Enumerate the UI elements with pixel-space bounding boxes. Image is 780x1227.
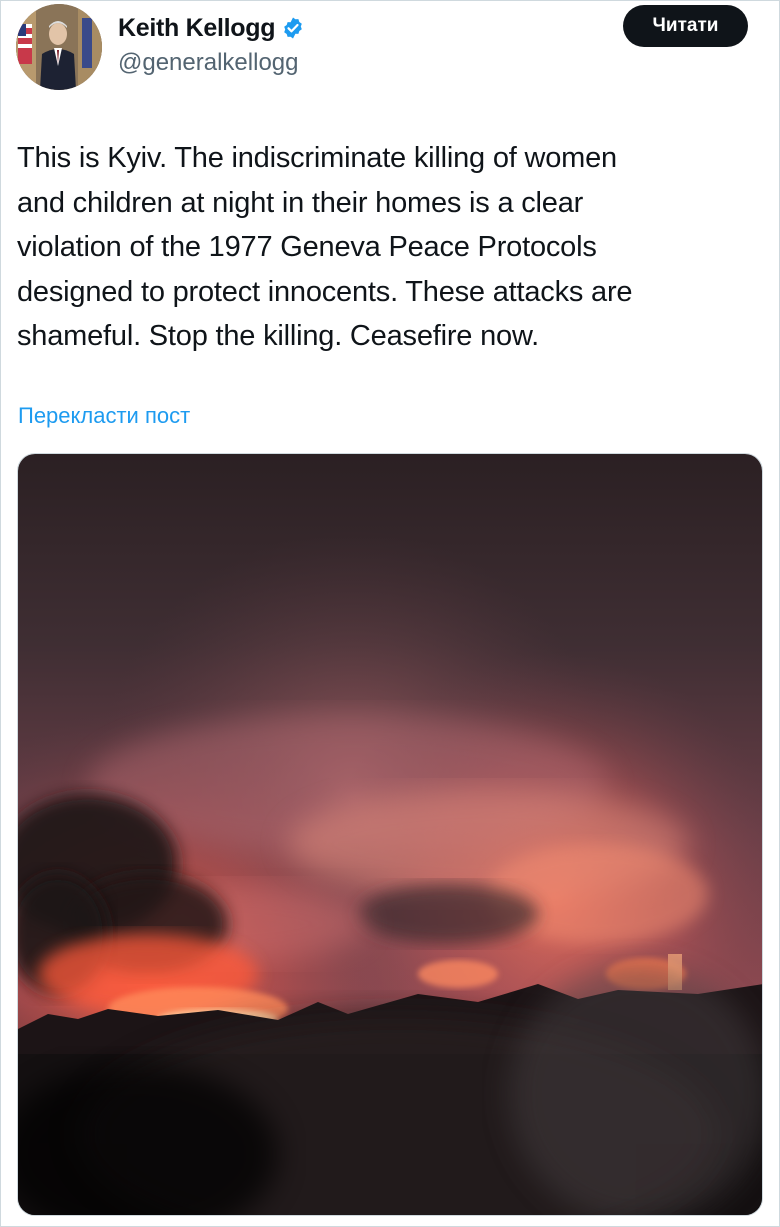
author-row: Keith Kellogg [118,12,305,44]
verified-badge-icon [284,17,303,39]
post-image[interactable] [17,453,763,1216]
avatar[interactable] [16,4,102,90]
fire-night-photo [18,454,762,1215]
tweet-text: This is Kyiv. The indiscriminate killing… [17,136,757,359]
tweet-text-line: violation of the 1977 Geneva Peace Proto… [17,231,597,263]
tweet-text-line: designed to protect innocents. These att… [17,275,633,308]
author-name[interactable]: Keith Kellogg [118,14,276,43]
tweet-text-line: This is Kyiv. The indiscriminate killing… [17,142,617,174]
avatar-image [16,4,102,90]
tweet-text-line: and children at night in their homes is … [17,186,584,219]
translate-post-link[interactable]: Перекласти пост [18,403,190,429]
author-handle[interactable]: @generalkellogg [118,49,298,77]
tweet-text-line: shameful. Stop the killing. Ceasefire no… [17,320,539,352]
follow-button[interactable]: Читати [623,5,748,47]
